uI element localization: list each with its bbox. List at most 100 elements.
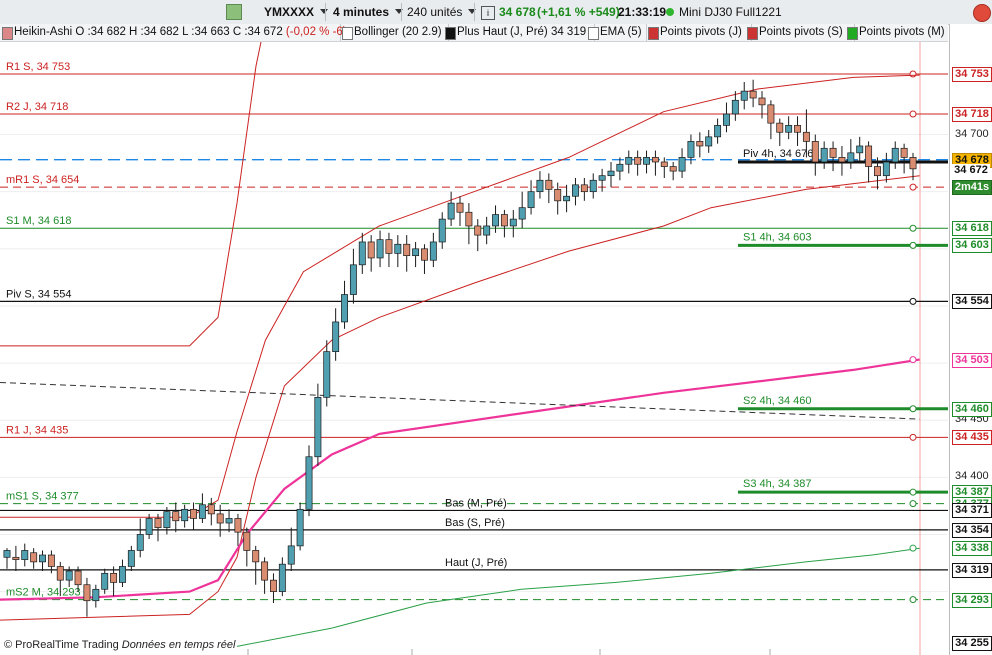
candle-body [723, 113, 730, 126]
pivots-s-label: Points pivots (S) [759, 26, 843, 38]
candle-body [12, 556, 20, 560]
candle-body [598, 175, 606, 181]
candle-body [234, 518, 242, 533]
level-end-marker [909, 110, 917, 118]
candle-body [625, 157, 633, 165]
candle-body [83, 584, 91, 602]
candle-body [207, 504, 215, 515]
candle-body [145, 518, 153, 535]
candle-body [802, 131, 810, 142]
candle-body [589, 179, 597, 193]
candle-body [580, 184, 588, 193]
candle-body [3, 550, 11, 558]
pivot-4h-label: S1 4h, 34 603 [743, 231, 812, 243]
candle-body [243, 531, 251, 551]
candle-body [545, 179, 553, 190]
level-end-marker [909, 488, 917, 496]
candle-body [731, 99, 739, 115]
timeframe-selector[interactable]: 4 minutes [333, 3, 403, 21]
candle-body [785, 125, 793, 133]
candle-body [811, 141, 819, 163]
candle-body [838, 157, 846, 163]
candle-body [429, 241, 437, 261]
candle-body [136, 534, 144, 551]
candle-body [865, 145, 873, 167]
color-swatch-icon [342, 27, 353, 40]
contract-name: Mini DJ30 Full1221 [679, 5, 782, 19]
candle-body [314, 396, 322, 458]
candle-body [492, 214, 499, 227]
candle-body [758, 97, 766, 106]
price-chart[interactable]: R1 S, 34 753 R2 J, 34 718 mR1 S, 34 654 S1 … [0, 42, 948, 655]
axis-level-label: 34 293 [952, 592, 992, 608]
color-swatch-icon [2, 27, 13, 40]
indicator-plus-haut[interactable]: Plus Haut (J, Pré) 34 319 [443, 24, 595, 41]
candle-body [385, 239, 393, 254]
candle-body [119, 566, 126, 583]
axis-level-label: 34 338 [952, 541, 992, 557]
axis-level-label: 34 255 [952, 636, 992, 651]
axis-level-label: 34 618 [952, 221, 992, 237]
indicator-pivots-j[interactable]: Points pivots (J) [646, 24, 752, 41]
level-end-marker [909, 500, 917, 508]
candle-body [572, 184, 579, 197]
price-reference-label: Bas (M, Pré) [445, 497, 507, 509]
indicator-ema[interactable]: EMA (5) [586, 24, 647, 41]
level-end-marker [909, 241, 917, 249]
level-end-marker [909, 297, 917, 305]
pivot-level-label: R1 S, 34 753 [6, 61, 70, 73]
candle-body [465, 211, 473, 227]
color-swatch-icon [588, 27, 599, 40]
axis-level-label: 34 354 [952, 522, 992, 538]
candle-body [518, 207, 526, 220]
pivot-level-label: mR1 S, 34 654 [6, 174, 79, 186]
candle-body [74, 570, 82, 586]
price-tick-label: 34 400 [955, 470, 989, 483]
axis-level-label: 34 672 [952, 164, 990, 178]
candle-body [323, 351, 331, 398]
candle-body [616, 163, 624, 172]
candle-body [794, 125, 801, 133]
bollinger-label: Bollinger (20 2.9) [354, 26, 442, 38]
axis-level-label: 34 753 [952, 67, 992, 82]
candle-body [660, 161, 668, 167]
indicator-pivots-m[interactable]: Points pivots (M) [845, 24, 956, 41]
candle-body [341, 294, 348, 323]
candle-body [447, 202, 455, 220]
candle-body [394, 243, 402, 254]
level-end-marker [909, 596, 917, 604]
candle-body [705, 136, 713, 147]
heikin-ashi-values: Heikin-Ashi O :34 682 H :34 682 L :34 66… [14, 26, 283, 38]
layout-icon[interactable] [226, 4, 242, 20]
candle-body [776, 122, 784, 133]
candle-body [216, 513, 224, 524]
close-icon[interactable] [973, 4, 991, 22]
candle-body [296, 508, 304, 547]
candle-body [349, 264, 357, 295]
chart-plot[interactable]: R1 S, 34 753 R2 J, 34 718 mR1 S, 34 654 S1 … [0, 42, 948, 655]
candle-body [563, 195, 571, 202]
symbol-selector[interactable]: YMXXXX [264, 3, 328, 21]
long-average-end-marker [909, 544, 917, 552]
indicator-heikin-ashi[interactable]: Heikin-Ashi O :34 682 H :34 682 L :34 66… [0, 24, 347, 41]
indicator-bar: Heikin-Ashi O :34 682 H :34 682 L :34 66… [0, 24, 956, 42]
axis-level-label: 34 319 [952, 562, 992, 578]
level-end-marker [909, 405, 917, 413]
indicator-bollinger[interactable]: Bollinger (20 2.9) [340, 24, 449, 41]
indicator-pivots-s[interactable]: Points pivots (S) [745, 24, 855, 41]
candle-body [820, 147, 828, 163]
info-icon[interactable]: i [481, 6, 495, 20]
footer: © ProRealTime Trading Données en temps r… [4, 639, 235, 651]
plus-haut-label: Plus Haut (J, Pré) 34 319 [457, 26, 587, 38]
candle-body [252, 550, 260, 563]
pivot-level-label: S1 M, 34 618 [6, 215, 71, 227]
level-end-marker [909, 224, 917, 232]
candle-body [225, 518, 233, 524]
candle-body [554, 189, 562, 202]
candle-body [696, 141, 704, 147]
candle-body [740, 90, 748, 101]
clock: 21:33:19 [618, 5, 667, 19]
pivot-level-label: R1 J, 34 435 [6, 424, 68, 436]
toolbar: YMXXXX 4 minutes 240 unités i 34 678 (+1… [0, 0, 992, 25]
units-selector[interactable]: 240 unités [407, 3, 476, 21]
